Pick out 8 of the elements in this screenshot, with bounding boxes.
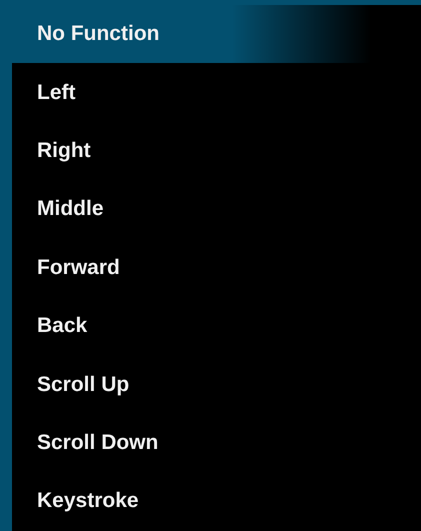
menu-item[interactable]: Back [12,296,421,356]
menu-item[interactable]: Scroll Down [12,414,421,472]
menu-item[interactable]: Forward [12,238,421,297]
menu-item[interactable]: Right [12,122,421,180]
menu-item[interactable]: Middle [12,180,421,239]
menu-item[interactable]: Left [12,63,421,122]
menu-item[interactable]: Scroll Up [12,355,421,414]
menu-item[interactable]: Keystroke [12,472,421,531]
